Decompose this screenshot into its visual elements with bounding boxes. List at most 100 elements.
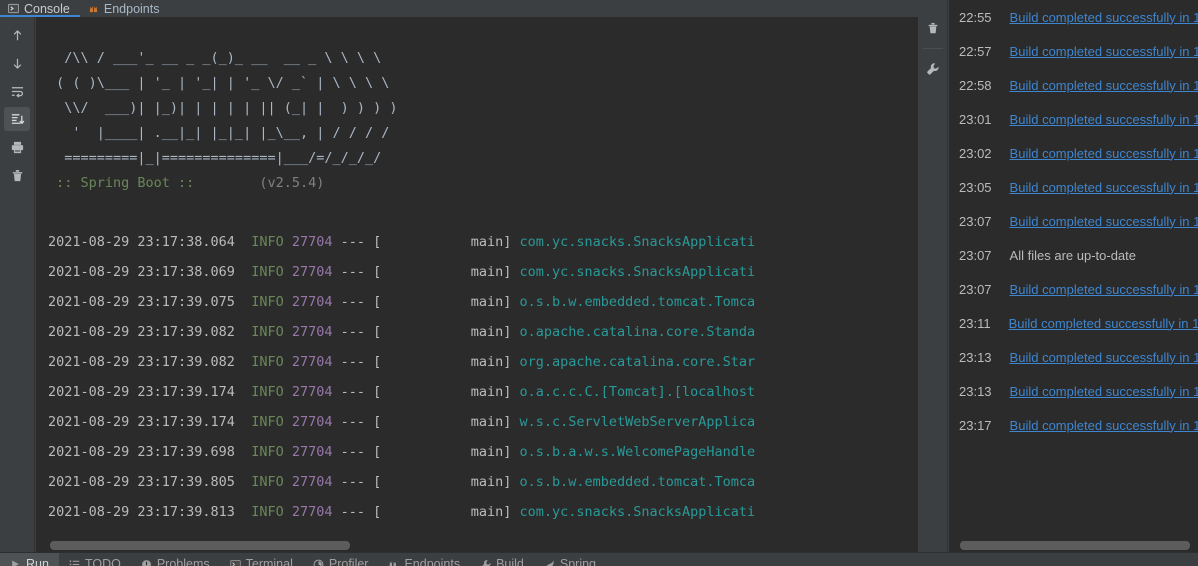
banner-art-line: ' |____| .__|_| |_|_| |_\__, | / / / / [48,125,390,141]
build-row[interactable]: 23:11 Build completed successfully in 1 s [949,306,1198,340]
log-thread: [ main] [373,414,512,430]
log-timestamp: 2021-08-29 23:17:39.813 [48,504,235,520]
banner-art-line: \\/ ___)| |_)| | | | | || (_| | ) ) ) ) [48,100,398,116]
log-thread: [ main] [373,474,512,490]
log-pid: 27704 [291,294,333,310]
build-row[interactable]: 23:13 Build completed successfully in 1 s [949,340,1198,374]
log-class: com.yc.snacks.SnacksApplicati [519,504,756,520]
build-row-link[interactable]: Build completed successfully in 1 s [1010,112,1198,127]
log-timestamp: 2021-08-29 23:17:39.082 [48,354,235,370]
build-row[interactable]: 23:05 Build completed successfully in 1 s [949,170,1198,204]
bottom-toolwindow-bar: Run TODO Problems Terminal Profiler Endpoints… [0,552,1198,566]
build-row[interactable]: 22:57 Build completed successfully in 1 s [949,34,1198,68]
build-horizontal-scrollbar[interactable] [960,541,1190,550]
build-row-link[interactable]: Build completed successfully in 1 s [1010,282,1198,297]
down-arrow-icon-button[interactable] [4,51,30,75]
log-separator: --- [340,414,366,430]
build-row[interactable]: 23:13 Build completed successfully in 1 s [949,374,1198,408]
console-log-line: 2021-08-29 23:17:38.064 INFO 27704 --- [… [48,227,940,257]
spring-boot-banner: /\\ / ___'_ __ _ _(_)_ __ __ _ \ \ \ \ (… [36,17,940,221]
scroll-to-end-icon [11,113,24,124]
build-row-link[interactable]: Build completed successfully in 1 s [1010,214,1198,229]
console-log-line: 2021-08-29 23:17:38.069 INFO 27704 --- [… [48,257,940,287]
build-toolbar [918,0,948,552]
endpoints-icon [89,5,98,13]
log-class: o.s.b.w.embedded.tomcat.Tomca [519,294,756,310]
run-icon [12,559,19,566]
banner-art-line: /\\ / ___'_ __ _ _(_)_ __ __ _ \ \ \ \ [48,50,382,66]
build-row[interactable]: 23:01 Build completed successfully in 1 s [949,102,1198,136]
log-thread: [ main] [373,324,512,340]
build-row-link[interactable]: Build completed successfully in 1 s [1010,44,1198,59]
log-separator: --- [340,444,366,460]
statusbar-item-endpoints[interactable]: Endpoints [378,553,470,566]
tab-console[interactable]: Console [0,0,80,17]
console-horizontal-scrollbar[interactable] [50,541,350,550]
toolbar-divider [922,48,943,49]
build-row-time: 23:07 [959,213,992,229]
statusbar-item-spring[interactable]: Spring [534,553,606,566]
build-row-link[interactable]: Build completed successfully in 1 s [1010,350,1198,365]
up-arrow-icon [13,29,21,40]
log-timestamp: 2021-08-29 23:17:39.698 [48,444,235,460]
build-icon [481,559,491,566]
build-settings-wrench-icon-button[interactable] [920,57,946,81]
log-level: INFO [251,444,284,460]
build-row-link[interactable]: Build completed successfully in 1 s [1010,418,1198,433]
log-pid: 27704 [291,234,333,250]
console-icon [8,3,19,14]
build-row-link[interactable]: Build completed successfully in 1 s [1010,146,1198,161]
trash-icon [12,169,22,181]
build-row-link[interactable]: Build completed successfully in 1 s [1010,384,1198,399]
statusbar-item-terminal[interactable]: Terminal [220,553,303,566]
build-row-link[interactable]: Build completed successfully in 1 s [1010,180,1198,195]
tab-endpoints[interactable]: Endpoints [80,0,170,17]
build-row-link[interactable]: Build completed successfully in 1 s [1010,10,1198,25]
log-thread: [ main] [373,234,512,250]
build-row[interactable]: 23:17 Build completed successfully in 1 s [949,408,1198,442]
print-icon-button[interactable] [4,135,30,159]
log-separator: --- [340,384,366,400]
build-row[interactable]: 23:07 Build completed successfully in 1 s [949,272,1198,306]
log-thread: [ main] [373,354,512,370]
log-separator: --- [340,474,366,490]
build-row[interactable]: 22:55 Build completed successfully in 1 s [949,0,1198,34]
statusbar-item-run[interactable]: Run [0,553,59,566]
up-arrow-icon-button[interactable] [4,23,30,47]
console-output[interactable]: /\\ / ___'_ __ _ _(_)_ __ __ _ \ \ \ \ (… [36,17,940,538]
log-timestamp: 2021-08-29 23:17:38.064 [48,234,235,250]
log-class: com.yc.snacks.SnacksApplicati [519,234,756,250]
wrench-icon [926,63,939,75]
build-row-link[interactable]: Build completed successfully in 1 s [1009,316,1198,331]
statusbar-item-profiler[interactable]: Profiler [303,553,379,566]
build-output-list[interactable]: 22:55 Build completed successfully in 1 s… [949,0,1198,552]
log-level: INFO [251,264,284,280]
statusbar-item-todo[interactable]: TODO [59,553,131,566]
log-pid: 27704 [291,264,333,280]
build-row[interactable]: 23:02 Build completed successfully in 1 s [949,136,1198,170]
terminal-icon [229,559,241,566]
soft-wrap-icon-button[interactable] [4,79,30,103]
log-level: INFO [251,474,284,490]
build-row[interactable]: 23:07 All files are up-to-date [949,238,1198,272]
console-hscrollbar-track [36,538,940,552]
statusbar-item-label: Endpoints [404,557,461,566]
log-class: org.apache.catalina.core.Star [519,354,756,370]
banner-art-line: ( ( )\___ | '_ | '_| | '_ \/ _` | \ \ \ … [48,75,390,91]
log-level: INFO [251,384,284,400]
statusbar-item-problems[interactable]: Problems [131,553,220,566]
build-row-link[interactable]: Build completed successfully in 1 s [1010,78,1198,93]
build-row-time: 23:13 [959,383,992,399]
clear-all-trash-icon-button[interactable] [4,163,30,187]
build-clear-trash-icon-button[interactable] [920,16,946,40]
statusbar-item-label: Spring [559,557,597,566]
console-log-line: 2021-08-29 23:17:39.698 INFO 27704 --- [… [48,437,940,467]
build-row-time: 22:55 [959,9,992,25]
build-row-time: 22:58 [959,77,992,93]
scroll-to-end-icon-button[interactable] [4,107,30,131]
console-log-line: 2021-08-29 23:17:39.082 INFO 27704 --- [… [48,347,940,377]
build-row[interactable]: 22:58 Build completed successfully in 1 s [949,68,1198,102]
build-row[interactable]: 23:07 Build completed successfully in 1 s [949,204,1198,238]
log-thread: [ main] [373,444,512,460]
statusbar-item-build[interactable]: Build [470,553,534,566]
